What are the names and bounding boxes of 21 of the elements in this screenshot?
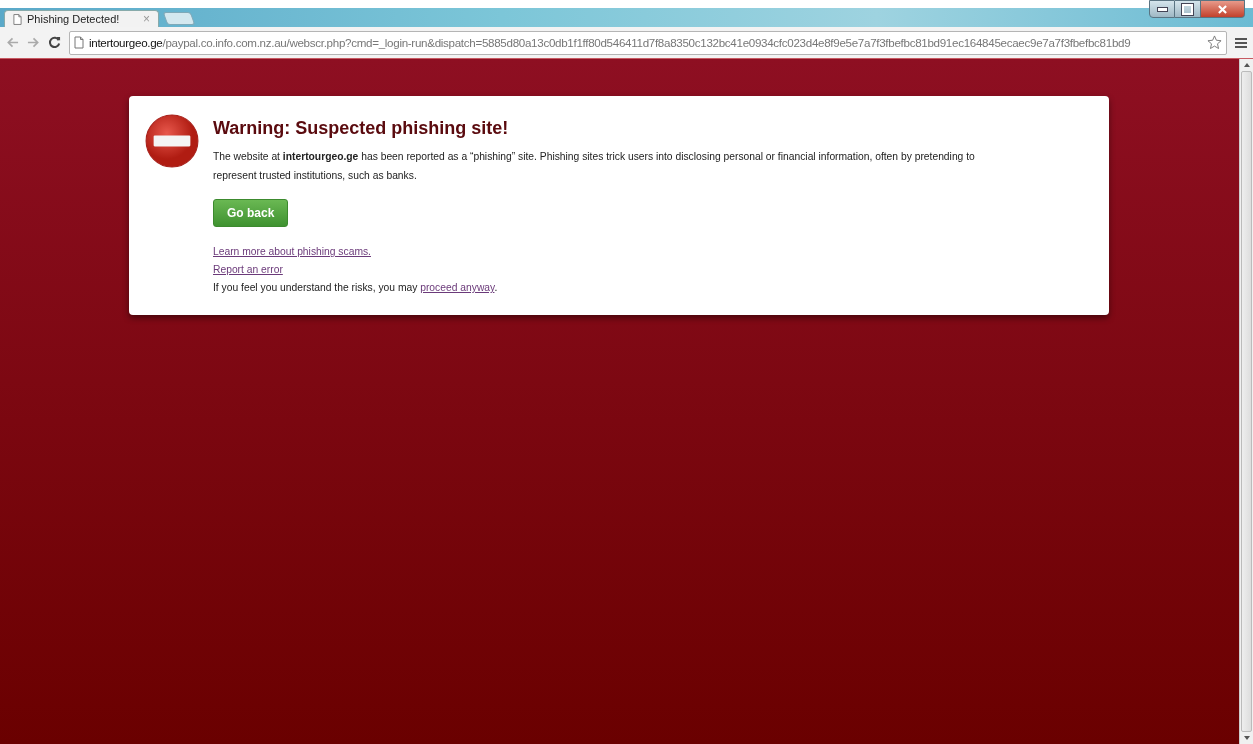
risk-text: If you feel you understand the risks, you may proceed anyway. [213, 281, 498, 295]
menu-icon[interactable] [1235, 36, 1247, 49]
warning-message: The website at intertourgeo.ge has been reported as a “phishing” site. Phishing sites trick users into disclosing personal or financial information, often by pretending to represent trusted institutions, such as banks. [213, 150, 976, 183]
url-text: intertourgeo.ge/paypal.co.info.com.nz.au/webscr.php?cmd=_login-run&dispatch=5885d80a13c0db1f1ff80d546411d7f8a8350c132bc41e0934cfc023d4e8f9e5e7a7f3fbefbc81bd91ec164845ecaec9e7a7f3fbefbc81bd9 [89, 36, 1132, 49]
close-icon [1218, 4, 1227, 14]
link[interactable]: Report an error [213, 264, 283, 275]
scrollbar[interactable] [1239, 59, 1253, 744]
warning-title: Warning: Suspected phishing site! [213, 118, 509, 139]
minimize-button[interactable] [1149, 0, 1175, 18]
browser-tab[interactable]: Phishing Detected! × [4, 10, 159, 27]
scroll-down-icon[interactable] [1243, 736, 1250, 740]
close-button[interactable] [1201, 0, 1245, 18]
page-icon [13, 13, 22, 25]
link[interactable]: Learn more about phishing scams. [213, 246, 371, 257]
reload-icon[interactable] [48, 36, 61, 49]
star-icon[interactable] [1207, 35, 1222, 50]
page-icon [74, 36, 84, 49]
address-field[interactable]: intertourgeo.ge/paypal.co.info.com.nz.au/webscr.php?cmd=_login-run&dispatch=5885d80a13c0db1f1ff80d546411d7f8a8350c132bc41e0934cfc023d4e8f9e5e7a7f3fbefbc81bd91ec164845ecaec9e7a7f3fbefbc81bd9 [69, 30, 1227, 55]
maximize-button[interactable] [1175, 0, 1201, 18]
no-entry-icon [145, 114, 199, 168]
scroll-up-icon[interactable] [1243, 63, 1250, 67]
